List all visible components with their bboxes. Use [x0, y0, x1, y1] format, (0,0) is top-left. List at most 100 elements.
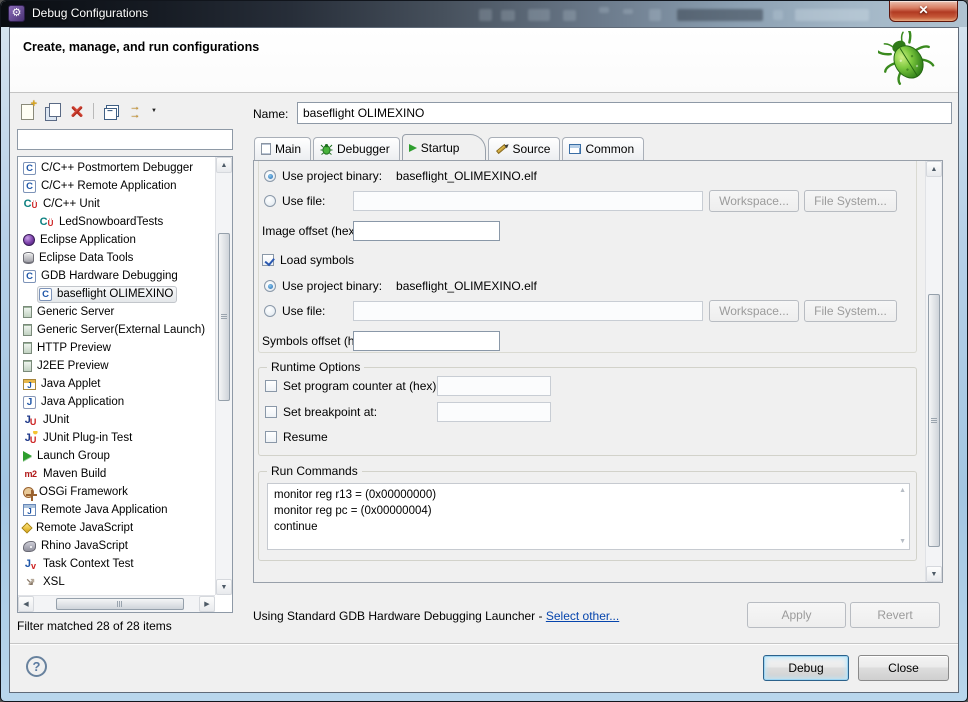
- tab-label: Main: [275, 142, 301, 156]
- symbols-file-input[interactable]: [353, 301, 703, 321]
- server-icon: [23, 360, 32, 372]
- play-icon: [409, 144, 417, 152]
- tab-debugger[interactable]: Debugger: [313, 137, 400, 160]
- use-file-radio[interactable]: [264, 195, 276, 207]
- tree-item-body: Generic Server: [21, 304, 118, 321]
- image-offset-input[interactable]: [353, 221, 500, 241]
- workspace-button[interactable]: Workspace...: [709, 300, 799, 322]
- file-system-button[interactable]: File System...: [804, 300, 897, 322]
- tree-item[interactable]: Eclipse Data Tools: [18, 249, 215, 267]
- filter-launch-configurations-icon[interactable]: →→: [124, 100, 146, 122]
- tree-item[interactable]: Java Applet: [18, 375, 215, 393]
- scroll-right-button[interactable]: ▶: [199, 596, 215, 612]
- tree-item-body: Launch Group: [21, 448, 114, 465]
- osgi-icon: [23, 487, 34, 498]
- revert-button[interactable]: Revert: [850, 602, 940, 628]
- use-file-label: Use file:: [282, 194, 325, 208]
- breakpoint-input[interactable]: [437, 402, 551, 422]
- delete-configuration-icon[interactable]: [66, 100, 88, 122]
- image-offset-label: Image offset (hex):: [262, 224, 362, 238]
- tree-item[interactable]: Generic Server(External Launch): [18, 321, 215, 339]
- tree-item[interactable]: HTTP Preview: [18, 339, 215, 357]
- tree-item[interactable]: Remote Java Application: [18, 501, 215, 519]
- content-vscroll-thumb[interactable]: [928, 294, 940, 547]
- use-project-binary-symbols-radio[interactable]: [264, 280, 276, 292]
- tree-item[interactable]: C/C++ Remote Application: [18, 177, 215, 195]
- junitp-icon: [23, 431, 38, 445]
- tree-vertical-scrollbar[interactable]: ▲ ▼: [215, 157, 232, 595]
- image-file-input[interactable]: [353, 191, 703, 211]
- use-project-binary-radio[interactable]: [264, 170, 276, 182]
- symbols-offset-input[interactable]: [353, 331, 500, 351]
- run-commands-textarea[interactable]: monitor reg r13 = (0x00000000) monitor r…: [267, 483, 910, 550]
- load-symbols-label: Load symbols: [280, 253, 354, 267]
- tree-item[interactable]: C/C++ Postmortem Debugger: [18, 159, 215, 177]
- textarea-scroll-down-icon[interactable]: ▼: [899, 538, 906, 545]
- tree-item[interactable]: Remote JavaScript: [18, 519, 215, 537]
- scroll-up-button[interactable]: ▲: [926, 161, 942, 177]
- tree-item-body: J2EE Preview: [21, 358, 113, 375]
- close-window-button[interactable]: ✕: [889, 1, 958, 22]
- tree-item[interactable]: Launch Group: [18, 447, 215, 465]
- set-program-counter-checkbox[interactable]: [265, 380, 277, 392]
- tree-item[interactable]: LedSnowboardTests: [18, 213, 215, 231]
- tree-item[interactable]: JUnit Plug-in Test: [18, 429, 215, 447]
- debug-button[interactable]: Debug: [763, 655, 849, 681]
- tree-item[interactable]: Task Context Test: [18, 555, 215, 573]
- tree-item-label: GDB Hardware Debugging: [41, 270, 178, 282]
- beetle-icon: [878, 31, 938, 89]
- tree-vscroll-thumb[interactable]: [218, 233, 230, 401]
- filter-text-input[interactable]: [17, 129, 233, 150]
- scroll-up-button[interactable]: ▲: [216, 157, 232, 173]
- help-button[interactable]: ?: [26, 656, 47, 677]
- filter-menu-chevron-icon[interactable]: ▼: [149, 108, 159, 114]
- tree-item[interactable]: Eclipse Application: [18, 231, 215, 249]
- server-icon: [23, 342, 32, 354]
- resume-checkbox[interactable]: [265, 431, 277, 443]
- duplicate-configuration-icon[interactable]: [41, 100, 63, 122]
- tab-source[interactable]: Source: [488, 137, 560, 160]
- tree-item[interactable]: C/C++ Unit: [18, 195, 215, 213]
- ghost-toolbar-shape: [501, 10, 515, 21]
- apply-button[interactable]: Apply: [747, 602, 846, 628]
- tree-item-label: baseflight OLIMEXINO: [57, 288, 173, 300]
- cpp-icon: [23, 270, 36, 283]
- tree-item[interactable]: J2EE Preview: [18, 357, 215, 375]
- tree-item[interactable]: Generic Server: [18, 303, 215, 321]
- workspace-button[interactable]: Workspace...: [709, 190, 799, 212]
- tree-item[interactable]: OSGi Framework: [18, 483, 215, 501]
- tab-label: Debugger: [337, 142, 390, 156]
- configurations-tree: C/C++ Postmortem DebuggerC/C++ Remote Ap…: [17, 156, 233, 613]
- ghost-tab-shape: [677, 9, 763, 21]
- tree-item[interactable]: JUnit: [18, 411, 215, 429]
- textarea-scroll-up-icon[interactable]: ▲: [899, 487, 906, 494]
- tree-item[interactable]: Maven Build: [18, 465, 215, 483]
- tab-startup[interactable]: Startup: [402, 134, 487, 160]
- load-symbols-checkbox[interactable]: [262, 254, 274, 266]
- tree-item[interactable]: Java Application: [18, 393, 215, 411]
- tab-common[interactable]: Common: [562, 137, 644, 160]
- select-other-link[interactable]: Select other...: [546, 609, 619, 623]
- scroll-down-button[interactable]: ▼: [216, 579, 232, 595]
- tree-horizontal-scrollbar[interactable]: ◀ ▶: [18, 595, 215, 612]
- tree-item[interactable]: GDB Hardware Debugging: [18, 267, 215, 285]
- content-vertical-scrollbar[interactable]: ▲ ▼: [925, 161, 942, 582]
- tree-item-label: Eclipse Data Tools: [39, 252, 133, 264]
- image-offset-row: Image offset (hex):: [262, 224, 362, 238]
- scroll-left-button[interactable]: ◀: [18, 596, 34, 612]
- tree-item[interactable]: XSL: [18, 573, 215, 591]
- new-configuration-icon[interactable]: [16, 100, 38, 122]
- tree-item-body: C/C++ Remote Application: [21, 178, 181, 195]
- scroll-down-button[interactable]: ▼: [926, 566, 942, 582]
- set-breakpoint-checkbox[interactable]: [265, 406, 277, 418]
- use-file-symbols-radio[interactable]: [264, 305, 276, 317]
- program-counter-input[interactable]: [437, 376, 551, 396]
- configuration-name-input[interactable]: [297, 102, 952, 124]
- tree-item[interactable]: baseflight OLIMEXINO: [18, 285, 215, 303]
- tree-item[interactable]: Rhino JavaScript: [18, 537, 215, 555]
- close-button[interactable]: Close: [858, 655, 949, 681]
- tab-main[interactable]: Main: [254, 137, 311, 160]
- file-system-button[interactable]: File System...: [804, 190, 897, 212]
- collapse-all-icon[interactable]: [99, 100, 121, 122]
- tree-hscroll-thumb[interactable]: [56, 598, 184, 610]
